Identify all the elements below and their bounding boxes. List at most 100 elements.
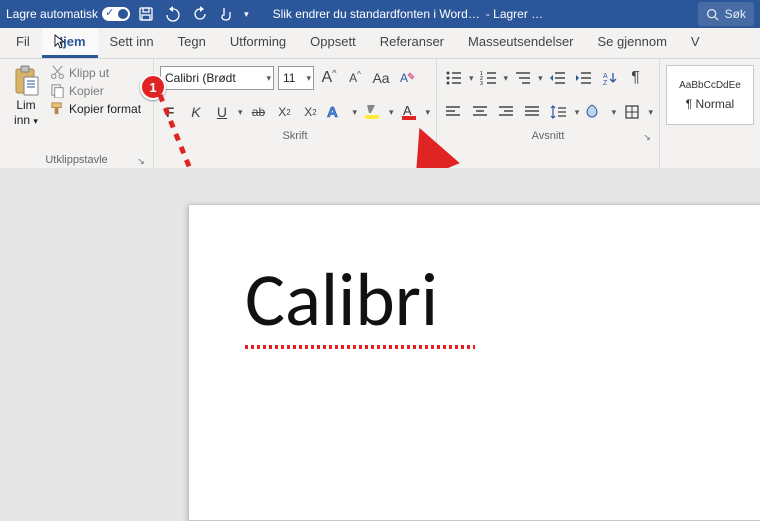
sort-button[interactable]: AZ bbox=[599, 67, 621, 89]
paragraph-group-label: Avsnitt ↘ bbox=[443, 127, 653, 145]
clipboard-dialog-launcher[interactable]: ↘ bbox=[135, 155, 147, 167]
underline-dropdown[interactable]: ▾ bbox=[238, 107, 243, 118]
document-title: Slik endrer du standardfonten i Word… bbox=[273, 7, 480, 21]
clear-formatting-button[interactable]: A bbox=[396, 67, 418, 89]
increase-indent-button[interactable] bbox=[573, 67, 595, 89]
font-color-button[interactable]: A bbox=[400, 101, 420, 123]
redo-icon[interactable] bbox=[192, 6, 208, 22]
paste-label-2: inn ▾ bbox=[14, 114, 38, 127]
paste-icon bbox=[12, 65, 40, 97]
tab-partial[interactable]: V bbox=[679, 28, 712, 58]
toggle-switch[interactable] bbox=[102, 7, 130, 21]
svg-text:3: 3 bbox=[480, 81, 483, 86]
bullets-button[interactable] bbox=[443, 67, 465, 89]
quick-access-toolbar: ▾ bbox=[138, 6, 249, 22]
style-name-label: ¶ Normal bbox=[686, 97, 734, 111]
paragraph-dialog-launcher[interactable]: ↘ bbox=[641, 131, 653, 143]
tab-mailings[interactable]: Masseutsendelser bbox=[456, 28, 586, 58]
decrease-indent-button[interactable] bbox=[547, 67, 569, 89]
document-area: Calibri bbox=[0, 168, 760, 519]
svg-text:A: A bbox=[603, 73, 608, 80]
ribbon-tabs: Fil Hjem Sett inn Tegn Utforming Oppsett… bbox=[0, 28, 760, 59]
document-body-text[interactable]: Calibri bbox=[245, 263, 438, 338]
save-icon[interactable] bbox=[138, 6, 154, 22]
spellcheck-underline bbox=[245, 345, 475, 349]
copy-icon bbox=[50, 83, 65, 98]
qat-dropdown-icon[interactable]: ▾ bbox=[244, 9, 249, 20]
cut-button[interactable]: Klipp ut bbox=[50, 65, 141, 80]
italic-button[interactable]: K bbox=[186, 101, 206, 123]
shading-dropdown[interactable]: ▾ bbox=[612, 107, 617, 118]
text-effects-button[interactable]: A bbox=[326, 101, 346, 123]
paste-button[interactable]: Lim inn ▾ bbox=[6, 63, 46, 151]
multilevel-dropdown[interactable]: ▾ bbox=[538, 73, 543, 84]
copy-button[interactable]: Kopier bbox=[50, 83, 141, 98]
group-font: Calibri (Brødt 11 A^ A^ Aa A F K U ▾ ab … bbox=[154, 59, 437, 169]
text-effects-dropdown[interactable]: ▾ bbox=[352, 107, 357, 118]
group-styles: AaBbCcDdEe ¶ Normal bbox=[660, 59, 760, 169]
search-box[interactable]: Søk bbox=[698, 2, 754, 26]
numbering-button[interactable]: 123 bbox=[478, 67, 500, 89]
change-case-button[interactable]: Aa bbox=[370, 67, 392, 89]
tab-draw[interactable]: Tegn bbox=[166, 28, 218, 58]
svg-text:A: A bbox=[403, 103, 412, 118]
touch-mode-icon[interactable] bbox=[218, 6, 234, 22]
autosave-label: Lagre automatisk bbox=[6, 7, 98, 21]
style-sample-text: AaBbCcDdEe bbox=[679, 80, 741, 91]
line-spacing-dropdown[interactable]: ▾ bbox=[575, 107, 580, 118]
highlight-button[interactable] bbox=[363, 101, 383, 123]
grow-font-button[interactable]: A^ bbox=[318, 67, 340, 89]
saving-status: - Lagrer … bbox=[486, 7, 543, 21]
line-spacing-button[interactable] bbox=[548, 101, 568, 123]
tab-insert[interactable]: Sett inn bbox=[98, 28, 166, 58]
paste-label-1: Lim bbox=[16, 99, 35, 112]
highlight-dropdown[interactable]: ▾ bbox=[389, 107, 394, 118]
svg-text:1: 1 bbox=[480, 71, 483, 77]
font-size-value: 11 bbox=[283, 71, 295, 85]
borders-dropdown[interactable]: ▾ bbox=[648, 107, 653, 118]
borders-button[interactable] bbox=[622, 101, 642, 123]
font-dialog-launcher[interactable]: ↘ bbox=[418, 131, 430, 143]
shrink-font-button[interactable]: A^ bbox=[344, 67, 366, 89]
justify-button[interactable] bbox=[522, 101, 542, 123]
cut-label: Klipp ut bbox=[69, 66, 109, 80]
undo-icon[interactable] bbox=[164, 6, 182, 22]
tab-design[interactable]: Utforming bbox=[218, 28, 298, 58]
tab-references[interactable]: Referanser bbox=[368, 28, 456, 58]
font-color-dropdown[interactable]: ▾ bbox=[426, 107, 431, 118]
font-name-combo[interactable]: Calibri (Brødt bbox=[160, 66, 274, 90]
clipboard-group-label: Utklippstavle ↘ bbox=[6, 151, 147, 169]
tab-file[interactable]: Fil bbox=[4, 28, 42, 58]
svg-text:A: A bbox=[327, 104, 338, 121]
shading-button[interactable] bbox=[585, 101, 605, 123]
multilevel-list-button[interactable] bbox=[512, 67, 534, 89]
align-right-button[interactable] bbox=[496, 101, 516, 123]
format-painter-label: Kopier format bbox=[69, 102, 141, 116]
tab-home-label: Hjem bbox=[54, 34, 86, 49]
style-normal[interactable]: AaBbCcDdEe ¶ Normal bbox=[666, 65, 754, 125]
align-center-button[interactable] bbox=[469, 101, 489, 123]
numbering-dropdown[interactable]: ▾ bbox=[504, 73, 509, 84]
font-size-combo[interactable]: 11 bbox=[278, 66, 314, 90]
tab-home[interactable]: Hjem bbox=[42, 28, 98, 58]
superscript-button[interactable]: X2 bbox=[300, 101, 320, 123]
title-bar: Lagre automatisk ▾ Slik endrer du standa… bbox=[0, 0, 760, 28]
tab-layout[interactable]: Oppsett bbox=[298, 28, 368, 58]
bullets-dropdown[interactable]: ▾ bbox=[469, 73, 474, 84]
callout-1: 1 bbox=[140, 74, 166, 100]
group-paragraph: ▾ 123 ▾ ▾ AZ ¶ ▾ ▾ ▾ Avsnitt ↘ bbox=[437, 59, 660, 169]
font-name-value: Calibri (Brødt bbox=[165, 71, 236, 85]
bold-button[interactable]: F bbox=[160, 101, 180, 123]
align-left-button[interactable] bbox=[443, 101, 463, 123]
strikethrough-button[interactable]: ab bbox=[248, 101, 268, 123]
subscript-button[interactable]: X2 bbox=[274, 101, 294, 123]
tab-review[interactable]: Se gjennom bbox=[586, 28, 679, 58]
format-painter-button[interactable]: Kopier format bbox=[50, 101, 141, 116]
search-label: Søk bbox=[725, 7, 746, 21]
show-marks-button[interactable]: ¶ bbox=[625, 67, 647, 89]
scissors-icon bbox=[50, 65, 65, 80]
underline-button[interactable]: U bbox=[212, 101, 232, 123]
document-page[interactable]: Calibri bbox=[188, 204, 760, 521]
autosave-toggle[interactable]: Lagre automatisk bbox=[6, 7, 130, 21]
svg-text:Z: Z bbox=[603, 80, 608, 86]
